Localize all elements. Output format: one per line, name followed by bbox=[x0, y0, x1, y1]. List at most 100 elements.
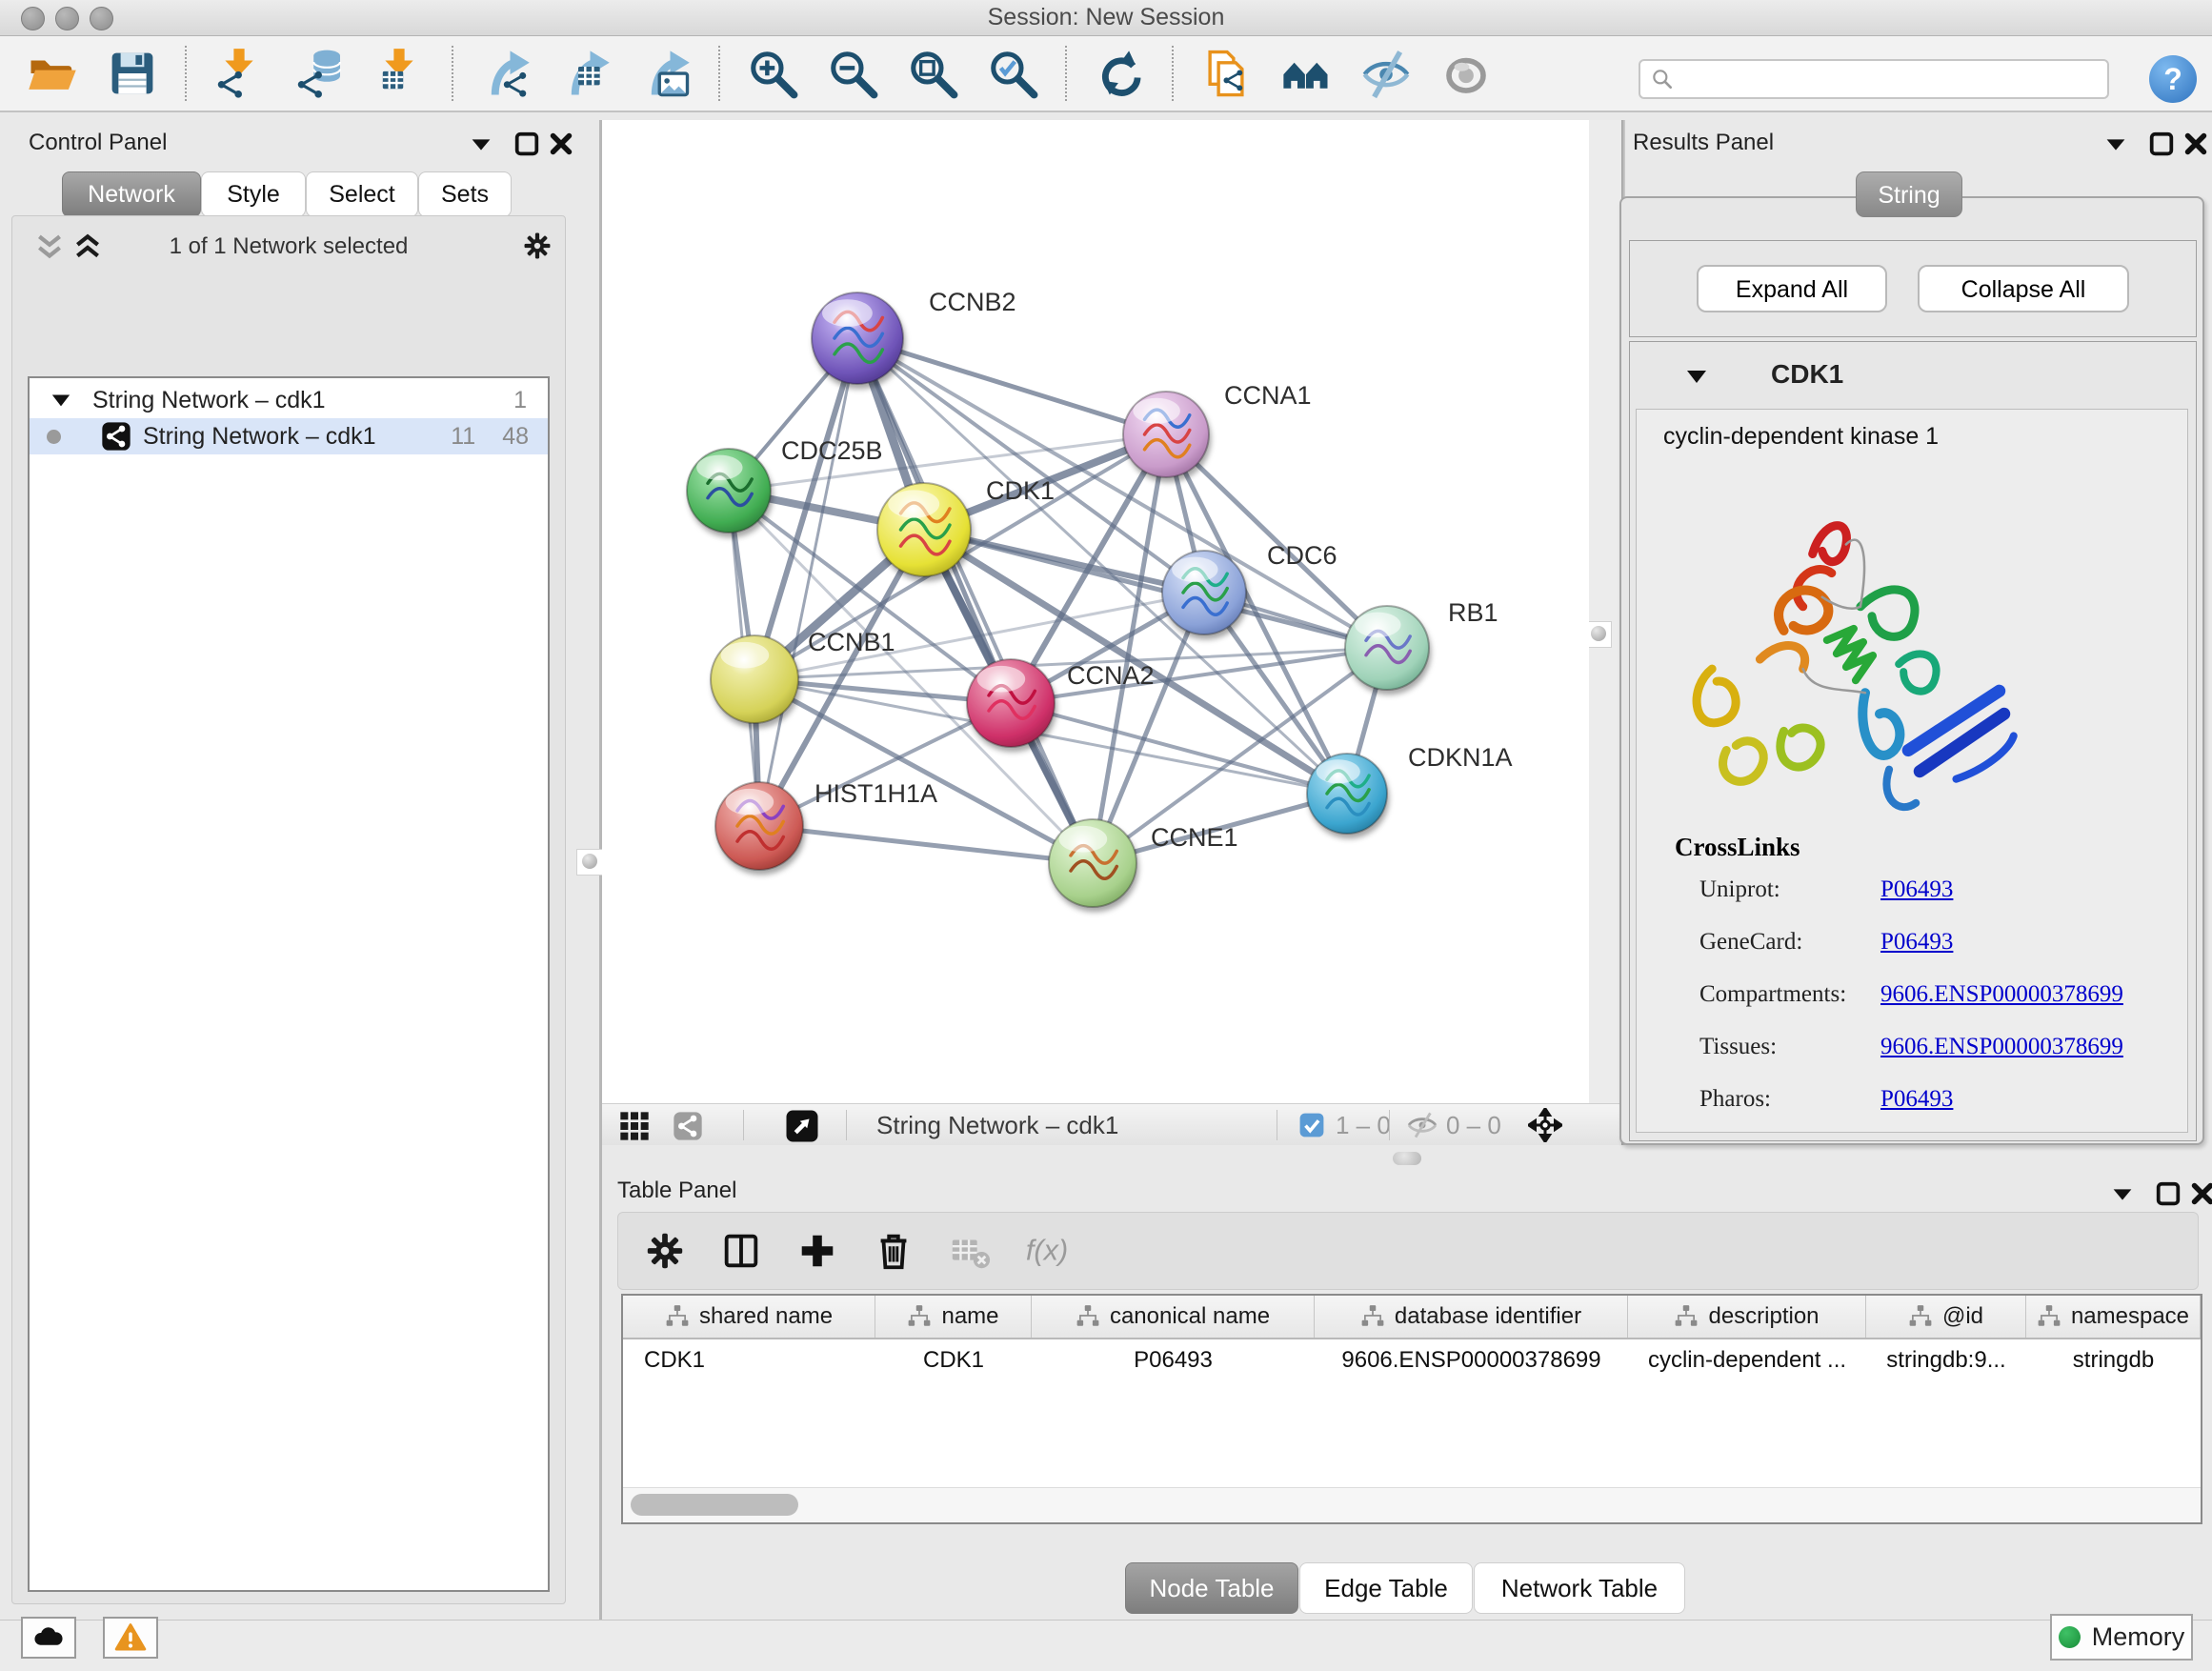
cell-description[interactable]: cyclin-dependent ... bbox=[1628, 1339, 1866, 1381]
export-table-to-file-icon[interactable] bbox=[560, 48, 612, 99]
search-field[interactable] bbox=[1639, 59, 2109, 99]
clone-network-icon[interactable] bbox=[1200, 48, 1252, 99]
crosslink-link[interactable]: 9606.ENSP00000378699 bbox=[1880, 1034, 2123, 1060]
results-panel-float-icon[interactable] bbox=[2147, 130, 2176, 158]
column-header--id[interactable]: @id bbox=[1866, 1296, 2026, 1338]
gene-expander-icon[interactable] bbox=[1685, 367, 1708, 386]
column-header-database-identifier[interactable]: database identifier bbox=[1315, 1296, 1628, 1338]
table-panel-close-icon[interactable] bbox=[2188, 1179, 2212, 1208]
scrollbar-thumb[interactable] bbox=[631, 1494, 798, 1516]
import-table-from-file-icon[interactable] bbox=[373, 48, 425, 99]
show-columns-icon[interactable] bbox=[719, 1229, 763, 1273]
cell-shared-name[interactable]: CDK1 bbox=[623, 1339, 875, 1381]
show-structure-images-icon[interactable] bbox=[1360, 48, 1412, 99]
selected-nodes-checkbox[interactable] bbox=[1299, 1113, 1324, 1137]
tab-network-table[interactable]: Network Table bbox=[1474, 1562, 1685, 1614]
tab-edge-table[interactable]: Edge Table bbox=[1299, 1562, 1473, 1614]
crosslink-link[interactable]: P06493 bbox=[1880, 1086, 1953, 1113]
tab-sets[interactable]: Sets bbox=[418, 171, 512, 217]
control-panel-menu-icon[interactable] bbox=[467, 130, 495, 158]
node-label-HIST1H1A: HIST1H1A bbox=[814, 779, 937, 808]
cloud-status-button[interactable] bbox=[21, 1617, 76, 1659]
column-header-shared-name[interactable]: shared name bbox=[623, 1296, 875, 1338]
edge-HIST1H1A-CCNE1[interactable] bbox=[759, 826, 1093, 863]
collection-count: 1 bbox=[513, 387, 527, 414]
node-CCNE1[interactable]: CCNE1 bbox=[1049, 819, 1238, 907]
edge-CCNB2-CCNA1[interactable] bbox=[857, 338, 1166, 434]
network-collection-row[interactable]: String Network – cdk1 1 bbox=[30, 382, 548, 418]
import-network-from-file-icon[interactable] bbox=[213, 48, 265, 99]
enable-glass-effect-icon[interactable] bbox=[1440, 48, 1492, 99]
column-header-description[interactable]: description bbox=[1628, 1296, 1866, 1338]
collection-expander-icon[interactable] bbox=[50, 392, 71, 409]
node-CDKN1A[interactable]: CDKN1A bbox=[1307, 743, 1513, 834]
crosslink-link[interactable]: P06493 bbox=[1880, 929, 1953, 956]
cell-namespace[interactable]: stringdb bbox=[2026, 1339, 2201, 1381]
node-CCNA1[interactable]: CCNA1 bbox=[1123, 381, 1312, 477]
node-RB1[interactable]: RB1 bbox=[1345, 598, 1498, 690]
import-network-from-database-icon[interactable] bbox=[293, 48, 345, 99]
share-view-icon[interactable] bbox=[673, 1111, 703, 1141]
tab-select[interactable]: Select bbox=[306, 171, 418, 217]
zoom-in-icon[interactable] bbox=[747, 48, 798, 99]
help-button[interactable]: ? bbox=[2149, 55, 2197, 103]
zoom-fit-icon[interactable] bbox=[907, 48, 958, 99]
tab-network[interactable]: Network bbox=[62, 171, 201, 217]
results-panel-menu-icon[interactable] bbox=[2101, 130, 2130, 158]
birdseye-view-icon[interactable] bbox=[785, 1109, 819, 1143]
horizontal-splitter[interactable] bbox=[602, 1145, 2212, 1172]
grid-view-icon[interactable] bbox=[619, 1111, 650, 1141]
cell-name[interactable]: CDK1 bbox=[875, 1339, 1032, 1381]
control-panel-float-icon[interactable] bbox=[513, 130, 541, 158]
export-network-to-file-icon[interactable] bbox=[480, 48, 532, 99]
save-session-icon[interactable] bbox=[107, 48, 158, 99]
node-HIST1H1A[interactable]: HIST1H1A bbox=[715, 779, 937, 870]
edge-CCNB2-HIST1H1A[interactable] bbox=[759, 338, 857, 826]
table-panel-float-icon[interactable] bbox=[2154, 1179, 2182, 1208]
string-home-icon[interactable] bbox=[1280, 48, 1332, 99]
results-panel-close-icon[interactable] bbox=[2182, 130, 2210, 158]
gene-section-header[interactable]: CDK1 bbox=[1630, 342, 2196, 409]
network-canvas[interactable]: CCNB2 CCNA1 CDC25B CDK1 CDC6 RB1 CCNB1 C… bbox=[602, 120, 1589, 1103]
fit-selected-crosshair-icon[interactable] bbox=[1528, 1108, 1562, 1142]
collapse-all-button[interactable]: Collapse All bbox=[1918, 265, 2129, 312]
window-titlebar: Session: New Session bbox=[0, 0, 2212, 36]
right-splitter-handle[interactable] bbox=[1585, 621, 1612, 648]
warning-status-button[interactable] bbox=[103, 1617, 158, 1659]
table-row[interactable]: CDK1CDK1P064939606.ENSP00000378699cyclin… bbox=[623, 1339, 2201, 1381]
control-panel-close-icon[interactable] bbox=[547, 130, 575, 158]
memory-button[interactable]: Memory bbox=[2050, 1614, 2193, 1661]
table-horizontal-scrollbar[interactable] bbox=[623, 1487, 2201, 1522]
cell--id[interactable]: stringdb:9... bbox=[1866, 1339, 2026, 1381]
toolbar-group bbox=[1200, 48, 1492, 99]
node-CDC6[interactable]: CDC6 bbox=[1162, 541, 1337, 634]
column-header-canonical-name[interactable]: canonical name bbox=[1032, 1296, 1315, 1338]
open-session-icon[interactable] bbox=[27, 48, 78, 99]
network-edge-count: 48 bbox=[502, 423, 529, 451]
column-header-name[interactable]: name bbox=[875, 1296, 1032, 1338]
hidden-items-icon[interactable] bbox=[1406, 1112, 1438, 1138]
tab-style[interactable]: Style bbox=[201, 171, 306, 217]
table-panel-menu-icon[interactable] bbox=[2108, 1179, 2137, 1208]
crosslink-link[interactable]: P06493 bbox=[1880, 876, 1953, 903]
cell-canonical-name[interactable]: P06493 bbox=[1032, 1339, 1315, 1381]
results-tab-string[interactable]: String bbox=[1856, 171, 1962, 217]
export-image-icon[interactable] bbox=[640, 48, 692, 99]
refresh-network-icon[interactable] bbox=[1094, 48, 1145, 99]
network-row[interactable]: String Network – cdk1 11 48 bbox=[30, 418, 548, 454]
delete-column-icon[interactable] bbox=[872, 1229, 915, 1273]
create-column-icon[interactable] bbox=[795, 1229, 839, 1273]
zoom-selected-icon[interactable] bbox=[987, 48, 1038, 99]
table-settings-gear-icon[interactable] bbox=[643, 1229, 687, 1273]
crosslink-link[interactable]: 9606.ENSP00000378699 bbox=[1880, 981, 2123, 1008]
node-CDK1[interactable]: CDK1 bbox=[877, 476, 1055, 576]
column-header-namespace[interactable]: namespace bbox=[2026, 1296, 2201, 1338]
expand-all-button[interactable]: Expand All bbox=[1697, 265, 1887, 312]
left-splitter-handle[interactable] bbox=[576, 849, 603, 876]
splitter-grip[interactable] bbox=[1393, 1152, 1421, 1165]
network-options-gear-icon[interactable] bbox=[521, 230, 553, 262]
search-input[interactable] bbox=[1675, 62, 2107, 96]
cell-database-identifier[interactable]: 9606.ENSP00000378699 bbox=[1315, 1339, 1628, 1381]
zoom-out-icon[interactable] bbox=[827, 48, 878, 99]
tab-node-table[interactable]: Node Table bbox=[1125, 1562, 1298, 1614]
